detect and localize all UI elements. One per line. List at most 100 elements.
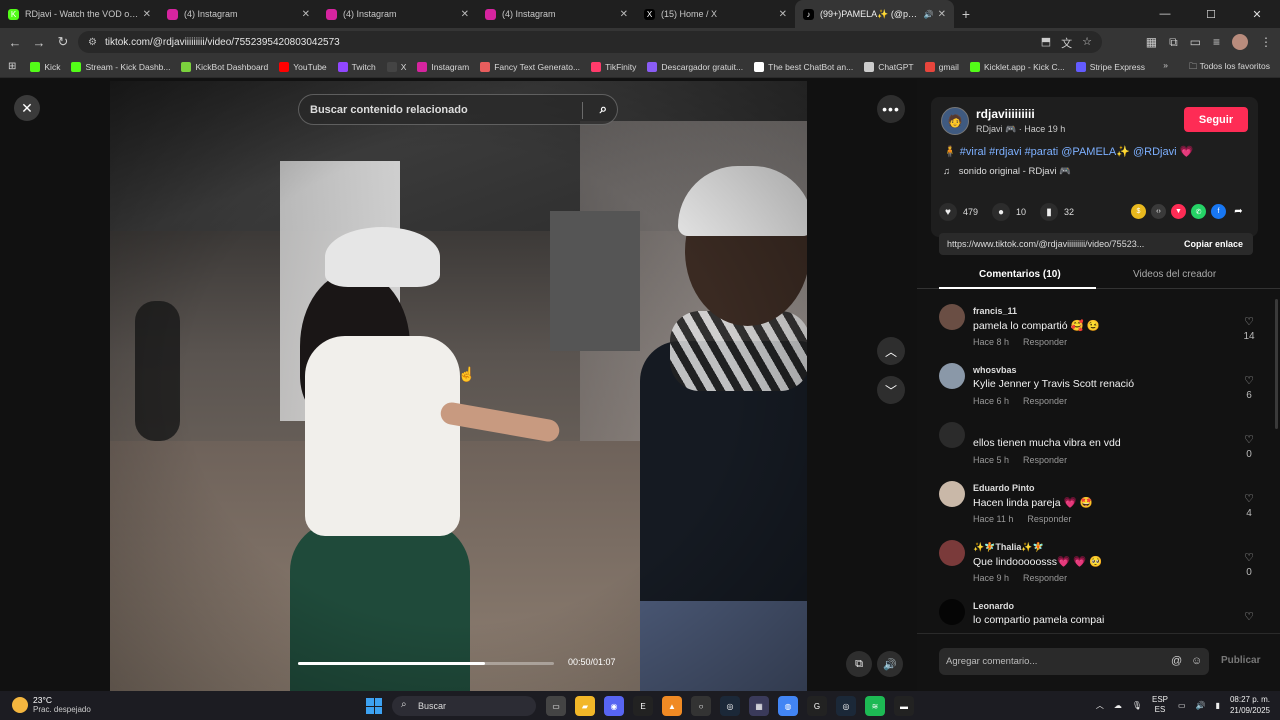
task-view-icon[interactable]: ▭ [546,696,566,716]
send-icon[interactable]: ▼ [1171,204,1186,219]
site-info-icon[interactable]: ⚙ [88,37,97,48]
app-icon[interactable]: ▲ [662,696,682,716]
bookmark-item[interactable]: gmail [924,61,959,72]
commenter-avatar[interactable] [939,422,965,448]
weather-widget[interactable]: 23°C Prac. despejado [12,695,91,715]
caption-hashtags[interactable]: #viral #rdjavi #parati @PAMELA✨ @RDjavi [960,146,1177,158]
browser-tab[interactable]: ♪ (99+)PAMELA✨ (@pamel 🔊 ✕ [795,0,954,28]
new-tab-button[interactable]: + [954,0,978,28]
tab-audio-icon[interactable]: 🔊 [924,10,934,19]
tray-app-icon[interactable]: ☁ [1114,701,1122,710]
profile-avatar[interactable] [1232,34,1248,50]
bookmark-item[interactable]: Instagram [417,61,469,72]
all-bookmarks-folder[interactable]: 🗀 Todos los favoritos [1189,61,1270,75]
comment-like-icon[interactable]: ♡ [1241,551,1257,564]
commenter-avatar[interactable] [939,304,965,330]
minimize-button[interactable]: — [1142,0,1188,28]
bookmark-item[interactable]: Stream - Kick Dashb... [71,61,170,72]
app-icon-4[interactable]: ▬ [894,696,914,716]
video-progress-bar[interactable] [298,662,554,665]
taskbar-search[interactable]: ⌕ Buscar [392,696,536,716]
close-video-button[interactable]: ✕ [14,95,40,121]
browser-tab[interactable]: (4) Instagram ✕ [159,0,318,28]
embed-icon[interactable]: ‹› [1151,204,1166,219]
mention-icon[interactable]: @ [1171,655,1182,667]
follow-button[interactable]: Seguir [1184,107,1248,132]
tray-chevron-icon[interactable]: ︿ [1096,700,1104,711]
app-icon-2[interactable]: ▦ [749,696,769,716]
comment-like-icon[interactable]: ♡ [1241,315,1257,328]
related-search-input[interactable]: Buscar contenido relacionado ⌕ [298,94,618,125]
browser-tab[interactable]: (4) Instagram ✕ [318,0,477,28]
commenter-avatar[interactable] [939,481,965,507]
chrome-icon[interactable]: ◍ [778,696,798,716]
bookmark-item[interactable]: YouTube [279,61,327,72]
back-icon[interactable]: ← [3,35,27,50]
close-window-button[interactable]: ✕ [1234,0,1280,28]
github-icon[interactable]: ○ [691,696,711,716]
like-stat[interactable]: ♥ 479 [939,203,978,221]
coin-icon[interactable]: $ [1131,204,1146,219]
clock[interactable]: 08:27 p. m. 21/09/2025 [1230,694,1270,716]
steam-icon-2[interactable]: ◎ [836,696,856,716]
language-indicator[interactable]: ESP ES [1152,695,1168,715]
discord-icon[interactable]: ◉ [604,696,624,716]
commenter-name[interactable]: Eduardo Pinto [973,483,1035,493]
bookmark-item[interactable]: X [386,61,406,72]
commenter-avatar[interactable] [939,599,965,625]
whatsapp-icon[interactable]: ✆ [1191,204,1206,219]
next-video-button[interactable]: ﹀ [877,376,905,404]
close-tab-icon[interactable]: ✕ [779,9,787,20]
share-link-box[interactable]: https://www.tiktok.com/@rdjaviiiiiiiii/v… [939,233,1253,255]
bookmark-item[interactable]: KickBot Dashboard [181,61,268,72]
commenter-avatar[interactable] [939,363,965,389]
bookmarks-overflow-icon[interactable]: » [1163,60,1168,70]
more-options-button[interactable]: ••• [877,95,905,123]
video-player[interactable] [110,81,807,691]
battery-icon[interactable]: ▮ [1216,701,1220,710]
facebook-icon[interactable]: f [1211,204,1226,219]
emoji-icon[interactable]: ☺ [1191,655,1202,667]
close-tab-icon[interactable]: ✕ [620,9,628,20]
start-button[interactable] [366,698,382,714]
reload-icon[interactable]: ↻ [51,34,75,50]
bookmark-item[interactable]: Stripe Express [1075,61,1145,72]
reply-button[interactable]: Responder [1023,573,1067,583]
spotify-icon[interactable]: ≋ [865,696,885,716]
sidebar-icon[interactable]: ▭ [1190,35,1201,49]
app-icon-3[interactable]: G [807,696,827,716]
browser-tab[interactable]: X (15) Home / X ✕ [636,0,795,28]
bookmark-item[interactable]: Kick [30,61,60,72]
epic-games-icon[interactable]: E [633,696,653,716]
reply-button[interactable]: Responder [1027,514,1071,524]
browser-menu-icon[interactable]: ⋮ [1260,35,1272,49]
comment-like-icon[interactable]: ♡ [1241,610,1257,623]
search-icon[interactable]: ⌕ [600,101,607,117]
creator-avatar[interactable]: 🧑 [941,107,969,135]
bookmark-item[interactable]: Kicklet.app - Kick C... [969,61,1065,72]
forward-icon[interactable]: → [27,35,51,50]
post-comment-button[interactable]: Publicar [1221,655,1260,666]
install-app-icon[interactable]: ⬒ [1041,35,1051,51]
url-bar[interactable]: ⚙ tiktok.com/@rdjaviiiiiiiii/video/75523… [78,31,1102,53]
commenter-avatar[interactable] [939,540,965,566]
sound-info[interactable]: ♫ sonido original - RDjavi 🎮 [943,166,1071,177]
translate-icon[interactable]: 文 [1061,35,1072,51]
bookmark-item[interactable]: Fancy Text Generato... [480,61,580,72]
close-tab-icon[interactable]: ✕ [461,9,469,20]
creator-username[interactable]: rdjaviiiiiiiii [976,107,1035,121]
commenter-name[interactable]: whosvbas [973,365,1017,375]
comments-scrollbar[interactable] [1275,299,1278,429]
close-tab-icon[interactable]: ✕ [143,9,151,20]
network-icon[interactable]: ▭ [1178,701,1186,710]
tab-creator-videos[interactable]: Videos del creador [1133,269,1216,280]
microphone-icon[interactable]: 🎙 [1132,701,1142,710]
extensions-puzzle-icon[interactable]: ⧉ [1169,35,1178,50]
add-comment-input[interactable]: Agregar comentario... [939,648,1209,675]
commenter-name[interactable]: francis_11 [973,306,1017,316]
bookmark-star-icon[interactable]: ☆ [1082,35,1092,51]
bookmark-item[interactable]: Twitch [337,61,376,72]
save-stat[interactable]: ▮ 32 [1040,203,1074,221]
comment-like-icon[interactable]: ♡ [1241,374,1257,387]
commenter-name[interactable]: ✨🧚Thalia✨🧚 [973,542,1044,553]
